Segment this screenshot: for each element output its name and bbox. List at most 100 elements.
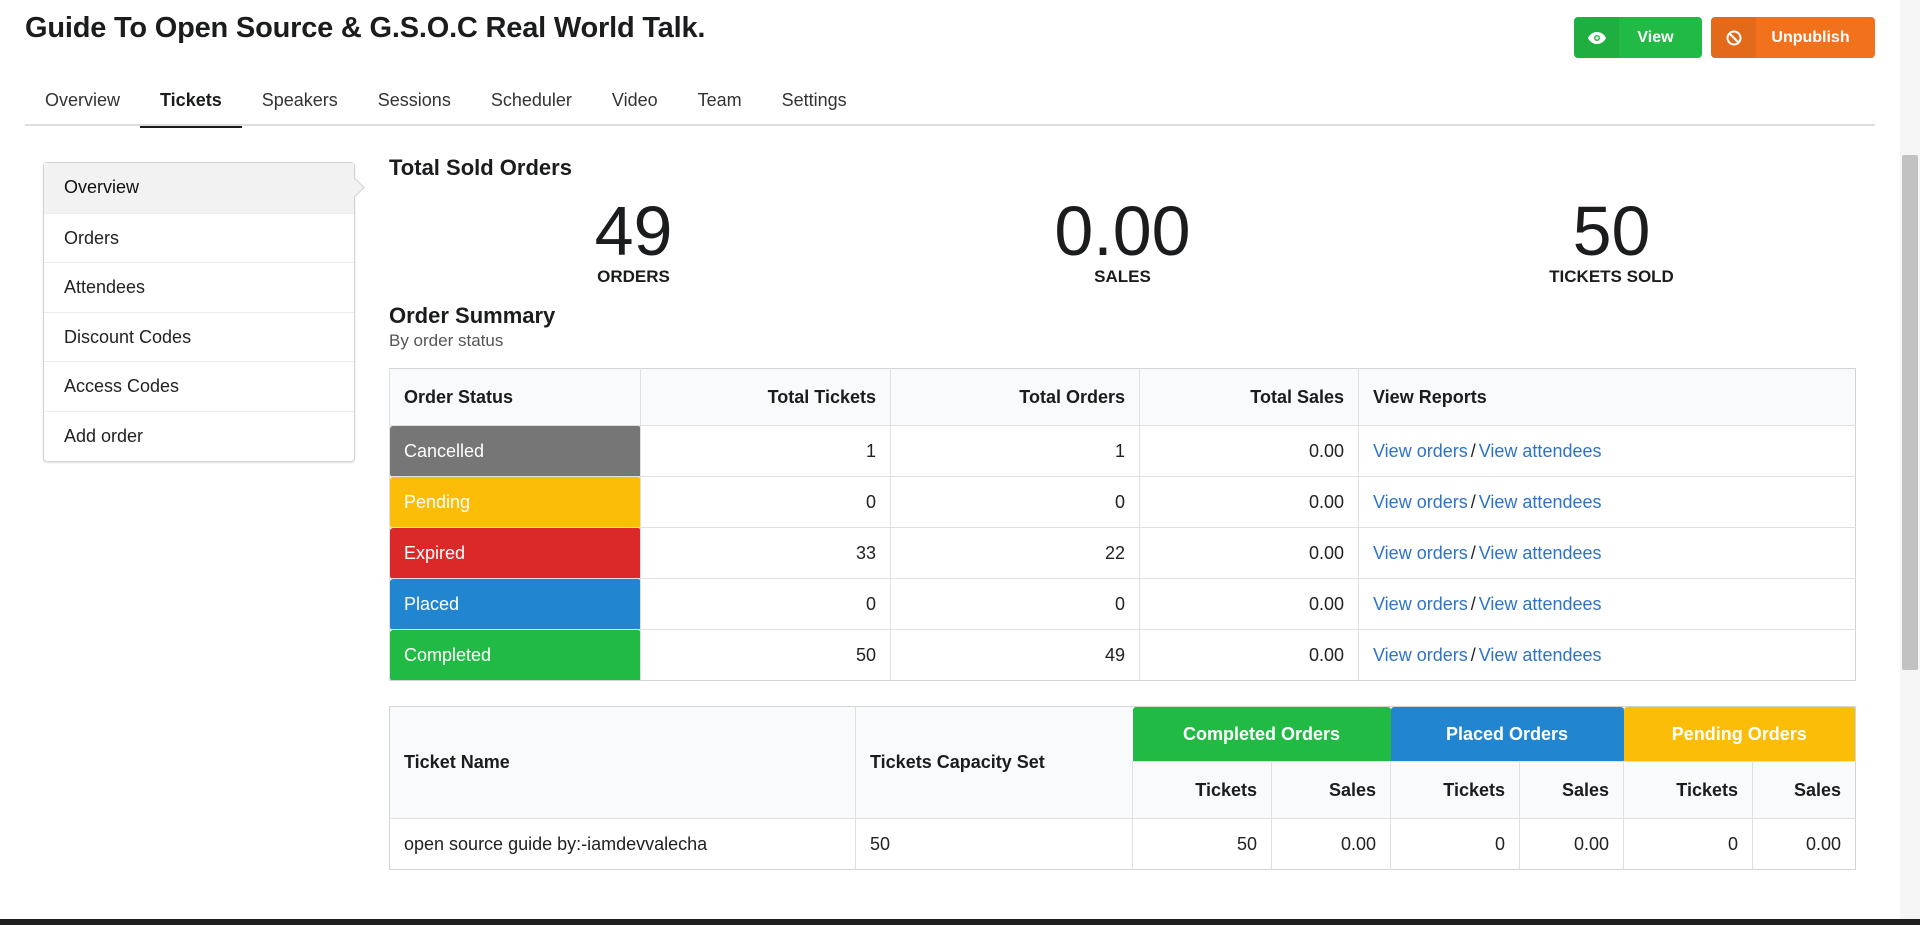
table-row: Expired 33 22 0.00 View orders / View atte… [389, 527, 1856, 579]
unpublish-button-label: Unpublish [1771, 28, 1850, 46]
tab-team[interactable]: Team [678, 78, 762, 126]
tab-overview[interactable]: Overview [25, 78, 140, 126]
order-summary-header-row: Order Status Total Tickets Total Orders … [389, 368, 1856, 426]
pending-tickets-subheader: Tickets [1623, 761, 1753, 819]
tickets-sold-label: TICKETS SOLD [1549, 267, 1674, 286]
side-item-add-order[interactable]: Add order [44, 410, 354, 461]
table-row: Cancelled 1 1 0.00 View orders / View atte… [389, 425, 1856, 477]
total-sales-cell: 0.00 [1139, 476, 1359, 528]
view-reports-cell: View orders / View attendees [1358, 629, 1856, 681]
completed-orders-header: Completed Orders [1132, 706, 1391, 762]
placed-sales-cell: 0.00 [1519, 818, 1624, 870]
tab-video[interactable]: Video [592, 78, 678, 126]
total-sold-orders-heading: Total Sold Orders [389, 155, 572, 180]
tab-settings[interactable]: Settings [762, 78, 867, 126]
total-orders-cell: 49 [890, 629, 1140, 681]
status-badge: Completed [389, 629, 641, 681]
ban-icon [1711, 17, 1756, 58]
view-attendees-link[interactable]: View attendees [1479, 492, 1602, 512]
side-item-discount-codes[interactable]: Discount Codes [44, 311, 354, 362]
placed-tickets-cell: 0 [1390, 818, 1520, 870]
tab-tickets[interactable]: Tickets [140, 78, 242, 128]
capacity-header: Tickets Capacity Set [855, 706, 1133, 819]
ticket-name-header: Ticket Name [389, 706, 856, 819]
view-reports-cell: View orders / View attendees [1358, 476, 1856, 528]
link-separator: / [1470, 593, 1476, 614]
total-orders-cell: 1 [890, 425, 1140, 477]
pending-sales-subheader: Sales [1752, 761, 1856, 819]
total-tickets-cell: 50 [640, 629, 891, 681]
side-item-overview[interactable]: Overview [44, 163, 354, 213]
table-row: Completed 50 49 0.00 View orders / View at… [389, 629, 1856, 681]
side-item-access-codes[interactable]: Access Codes [44, 361, 354, 411]
view-button[interactable]: View [1574, 17, 1702, 58]
side-item-attendees[interactable]: Attendees [44, 262, 354, 312]
view-orders-link[interactable]: View orders [1373, 594, 1468, 614]
view-orders-link[interactable]: View orders [1373, 441, 1468, 461]
view-button-label: View [1637, 28, 1674, 46]
tickets-side-menu: Overview Orders Attendees Discount Codes… [43, 162, 355, 462]
link-separator: / [1470, 644, 1476, 665]
status-badge: Placed [389, 578, 641, 630]
pending-tickets-cell: 0 [1623, 818, 1753, 870]
status-badge: Pending [389, 476, 641, 528]
total-orders-cell: 0 [890, 476, 1140, 528]
unpublish-button[interactable]: Unpublish [1711, 17, 1875, 58]
tickets-overview-main: Total Sold Orders 49 ORDERS 0.00 SALES 5… [389, 155, 1856, 870]
view-reports-header: View Reports [1358, 368, 1856, 426]
total-orders-cell: 22 [890, 527, 1140, 579]
view-orders-link[interactable]: View orders [1373, 645, 1468, 665]
link-separator: / [1470, 440, 1476, 461]
orders-label: ORDERS [597, 267, 670, 286]
link-separator: / [1470, 542, 1476, 563]
view-attendees-link[interactable]: View attendees [1479, 594, 1602, 614]
scrollbar-thumb[interactable] [1902, 155, 1918, 670]
tab-sessions[interactable]: Sessions [358, 78, 471, 126]
total-orders-cell: 0 [890, 578, 1140, 630]
view-attendees-link[interactable]: View attendees [1479, 645, 1602, 665]
event-title: Guide To Open Source & G.S.O.C Real Worl… [25, 12, 706, 44]
view-reports-cell: View orders / View attendees [1358, 527, 1856, 579]
total-sales-cell: 0.00 [1139, 578, 1359, 630]
status-badge: Expired [389, 527, 641, 579]
page-scrollbar[interactable] [1900, 0, 1920, 919]
tickets-sold-statistic: 50 TICKETS SOLD [1367, 196, 1856, 289]
sales-value: 0.00 [1054, 192, 1191, 270]
total-tickets-header: Total Tickets [640, 368, 891, 426]
side-item-orders[interactable]: Orders [44, 212, 354, 263]
total-sales-cell: 0.00 [1139, 629, 1359, 681]
status-badge: Cancelled [389, 425, 641, 477]
event-dashboard: Guide To Open Source & G.S.O.C Real Worl… [25, 0, 1875, 870]
view-orders-link[interactable]: View orders [1373, 492, 1468, 512]
pending-orders-header: Pending Orders [1623, 706, 1856, 762]
orders-value: 49 [594, 192, 673, 270]
total-tickets-cell: 1 [640, 425, 891, 477]
total-tickets-cell: 0 [640, 578, 891, 630]
event-tabs: Overview Tickets Speakers Sessions Sched… [25, 78, 1875, 128]
pending-sales-cell: 0.00 [1752, 818, 1856, 870]
ticket-breakdown-table: Ticket Name Tickets Capacity Set Complet… [389, 706, 1856, 870]
title-bar: Guide To Open Source & G.S.O.C Real Worl… [25, 0, 1875, 62]
sales-statistic: 0.00 SALES [878, 192, 1367, 289]
view-reports-cell: View orders / View attendees [1358, 578, 1856, 630]
total-sales-cell: 0.00 [1139, 425, 1359, 477]
link-separator: / [1470, 491, 1476, 512]
order-summary-subtitle: By order status [389, 331, 504, 350]
sold-statistics: 49 ORDERS 0.00 SALES 50 TICKETS SOLD [389, 192, 1856, 289]
placed-sales-subheader: Sales [1519, 761, 1624, 819]
tab-speakers[interactable]: Speakers [242, 78, 358, 126]
ticket-group-header-row: Ticket Name Tickets Capacity Set Complet… [389, 706, 1856, 819]
view-orders-link[interactable]: View orders [1373, 543, 1468, 563]
tab-scheduler[interactable]: Scheduler [471, 78, 592, 126]
bottom-strip [0, 919, 1920, 925]
header-actions: View Unpublish [1574, 17, 1875, 58]
view-attendees-link[interactable]: View attendees [1479, 441, 1602, 461]
completed-tickets-subheader: Tickets [1132, 761, 1272, 819]
capacity-cell: 50 [855, 818, 1133, 870]
total-sales-header: Total Sales [1139, 368, 1359, 426]
placed-tickets-subheader: Tickets [1390, 761, 1520, 819]
completed-sales-cell: 0.00 [1271, 818, 1391, 870]
order-status-header: Order Status [389, 368, 641, 426]
view-attendees-link[interactable]: View attendees [1479, 543, 1602, 563]
order-summary-table: Order Status Total Tickets Total Orders … [389, 368, 1856, 681]
